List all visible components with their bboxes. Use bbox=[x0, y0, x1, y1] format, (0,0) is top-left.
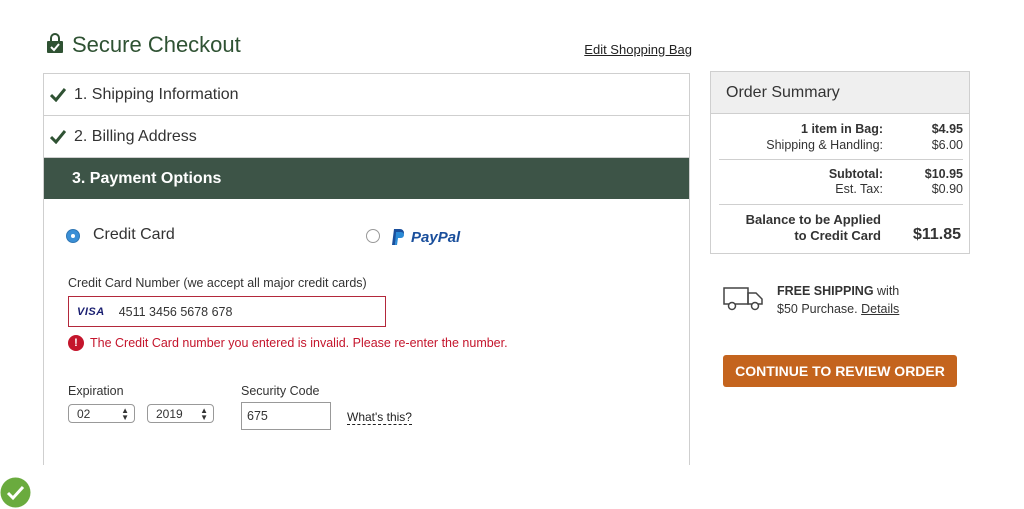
subtotal-value: $10.95 bbox=[924, 167, 963, 181]
expiration-month-value: 02 bbox=[77, 406, 91, 421]
balance-value: $11.85 bbox=[912, 226, 961, 243]
credit-card-radio[interactable] bbox=[66, 229, 80, 243]
shipping-details-link[interactable]: Details bbox=[861, 302, 899, 316]
error-message: The Credit Card number you entered is in… bbox=[90, 336, 508, 350]
balance-label: Balance to be Applied to Credit Card bbox=[746, 212, 881, 244]
paypal-label: PayPal bbox=[411, 228, 461, 246]
visa-logo-icon: VISA bbox=[77, 305, 105, 318]
edit-shopping-bag-link[interactable]: Edit Shopping Bag bbox=[584, 42, 692, 57]
items-label: 1 item in Bag: bbox=[801, 122, 883, 136]
free-shipping-strong: FREE SHIPPING bbox=[777, 284, 874, 298]
paypal-radio[interactable] bbox=[366, 229, 380, 243]
credit-card-label[interactable]: Credit Card bbox=[93, 226, 175, 244]
step-label: 2. Billing Address bbox=[74, 127, 197, 145]
card-number-field[interactable]: VISA 4511 3456 5678 678 bbox=[68, 296, 386, 327]
checkout-header: Secure Checkout Edit Shopping Bag bbox=[46, 30, 692, 64]
balance-label-line1: Balance to be Applied bbox=[745, 212, 881, 227]
order-summary-title: Order Summary bbox=[711, 72, 969, 114]
balance-label-line2: to Credit Card bbox=[794, 228, 881, 243]
subtotal-label: Subtotal: bbox=[828, 167, 883, 181]
error-icon: ! bbox=[68, 335, 84, 351]
tax-label: Est. Tax: bbox=[835, 182, 883, 196]
card-number-error: ! The Credit Card number you entered is … bbox=[68, 334, 508, 352]
paypal-logo-icon bbox=[392, 229, 404, 245]
step-shipping-information[interactable]: 1. Shipping Information bbox=[44, 74, 689, 116]
expiration-label: Expiration bbox=[68, 384, 124, 398]
page-title: Secure Checkout bbox=[72, 32, 241, 57]
select-arrows-icon: ▲ ▼ bbox=[121, 406, 129, 422]
step-label: 1. Shipping Information bbox=[74, 85, 239, 103]
free-shipping-promo: FREE SHIPPING with $50 Purchase. Details bbox=[777, 282, 899, 318]
expiration-year-select[interactable]: 2019 ▲ ▼ bbox=[147, 404, 214, 423]
card-number-label: Credit Card Number (we accept all major … bbox=[68, 276, 367, 290]
step-billing-address[interactable]: 2. Billing Address bbox=[44, 116, 689, 158]
whats-this-link[interactable]: What's this? bbox=[347, 410, 412, 425]
order-summary: Order Summary 1 item in Bag: $4.95 Shipp… bbox=[710, 71, 970, 254]
payment-method-options: Credit Card PayPal bbox=[66, 224, 666, 248]
free-shipping-line2: $50 Purchase. bbox=[777, 302, 858, 316]
paypal-option[interactable]: PayPal bbox=[391, 227, 460, 247]
check-circle-icon bbox=[0, 477, 31, 508]
summary-divider bbox=[719, 159, 963, 160]
expiration-year-value: 2019 bbox=[156, 406, 183, 421]
tax-value: $0.90 bbox=[931, 182, 963, 196]
security-code-field[interactable]: 675 bbox=[241, 402, 331, 430]
lock-bag-icon bbox=[47, 33, 63, 53]
step-payment-options: 3. Payment Options bbox=[44, 158, 689, 199]
step-label: 3. Payment Options bbox=[72, 169, 222, 187]
shipping-label: Shipping & Handling: bbox=[766, 138, 883, 152]
card-number-value: 4511 3456 5678 678 bbox=[118, 304, 233, 319]
check-icon bbox=[50, 87, 66, 102]
checkout-steps-panel: 1. Shipping Information 2. Billing Addre… bbox=[43, 73, 690, 465]
items-value: $4.95 bbox=[931, 122, 963, 136]
shipping-value: $6.00 bbox=[931, 138, 963, 152]
continue-to-review-order-button[interactable]: CONTINUE TO REVIEW ORDER bbox=[723, 355, 957, 387]
free-shipping-rest: with bbox=[873, 284, 900, 298]
expiration-month-select[interactable]: 02 ▲ ▼ bbox=[68, 404, 135, 423]
summary-divider bbox=[719, 204, 963, 205]
check-icon bbox=[50, 129, 66, 144]
select-arrows-icon: ▲ ▼ bbox=[200, 406, 208, 422]
truck-icon bbox=[723, 287, 763, 311]
security-code-value: 675 bbox=[247, 409, 268, 423]
security-code-label: Security Code bbox=[241, 384, 320, 398]
